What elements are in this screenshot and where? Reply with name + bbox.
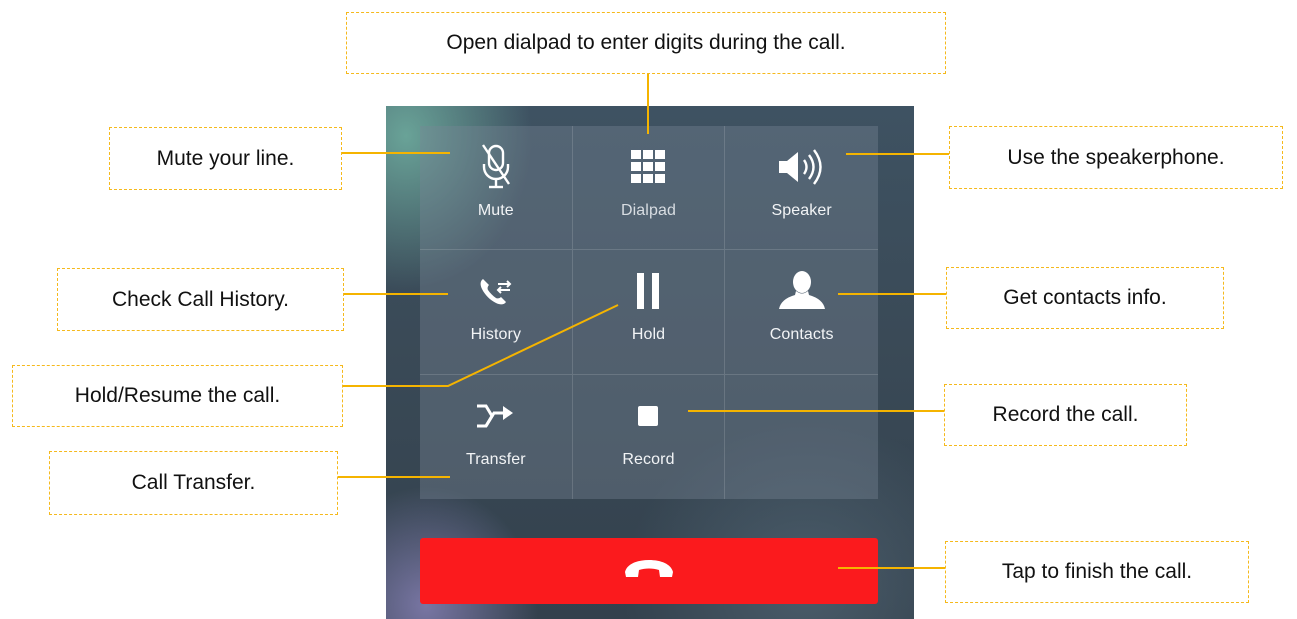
callout-transfer: Call Transfer.: [49, 451, 338, 515]
callout-hold: Hold/Resume the call.: [12, 365, 343, 427]
callout-dialpad: Open dialpad to enter digits during the …: [346, 12, 946, 74]
callout-end-call: Tap to finish the call.: [945, 541, 1249, 603]
callout-history: Check Call History.: [57, 268, 344, 331]
callout-contacts: Get contacts info.: [946, 267, 1224, 329]
callout-speaker: Use the speakerphone.: [949, 126, 1283, 189]
callout-record: Record the call.: [944, 384, 1187, 446]
callout-mute: Mute your line.: [109, 127, 342, 190]
